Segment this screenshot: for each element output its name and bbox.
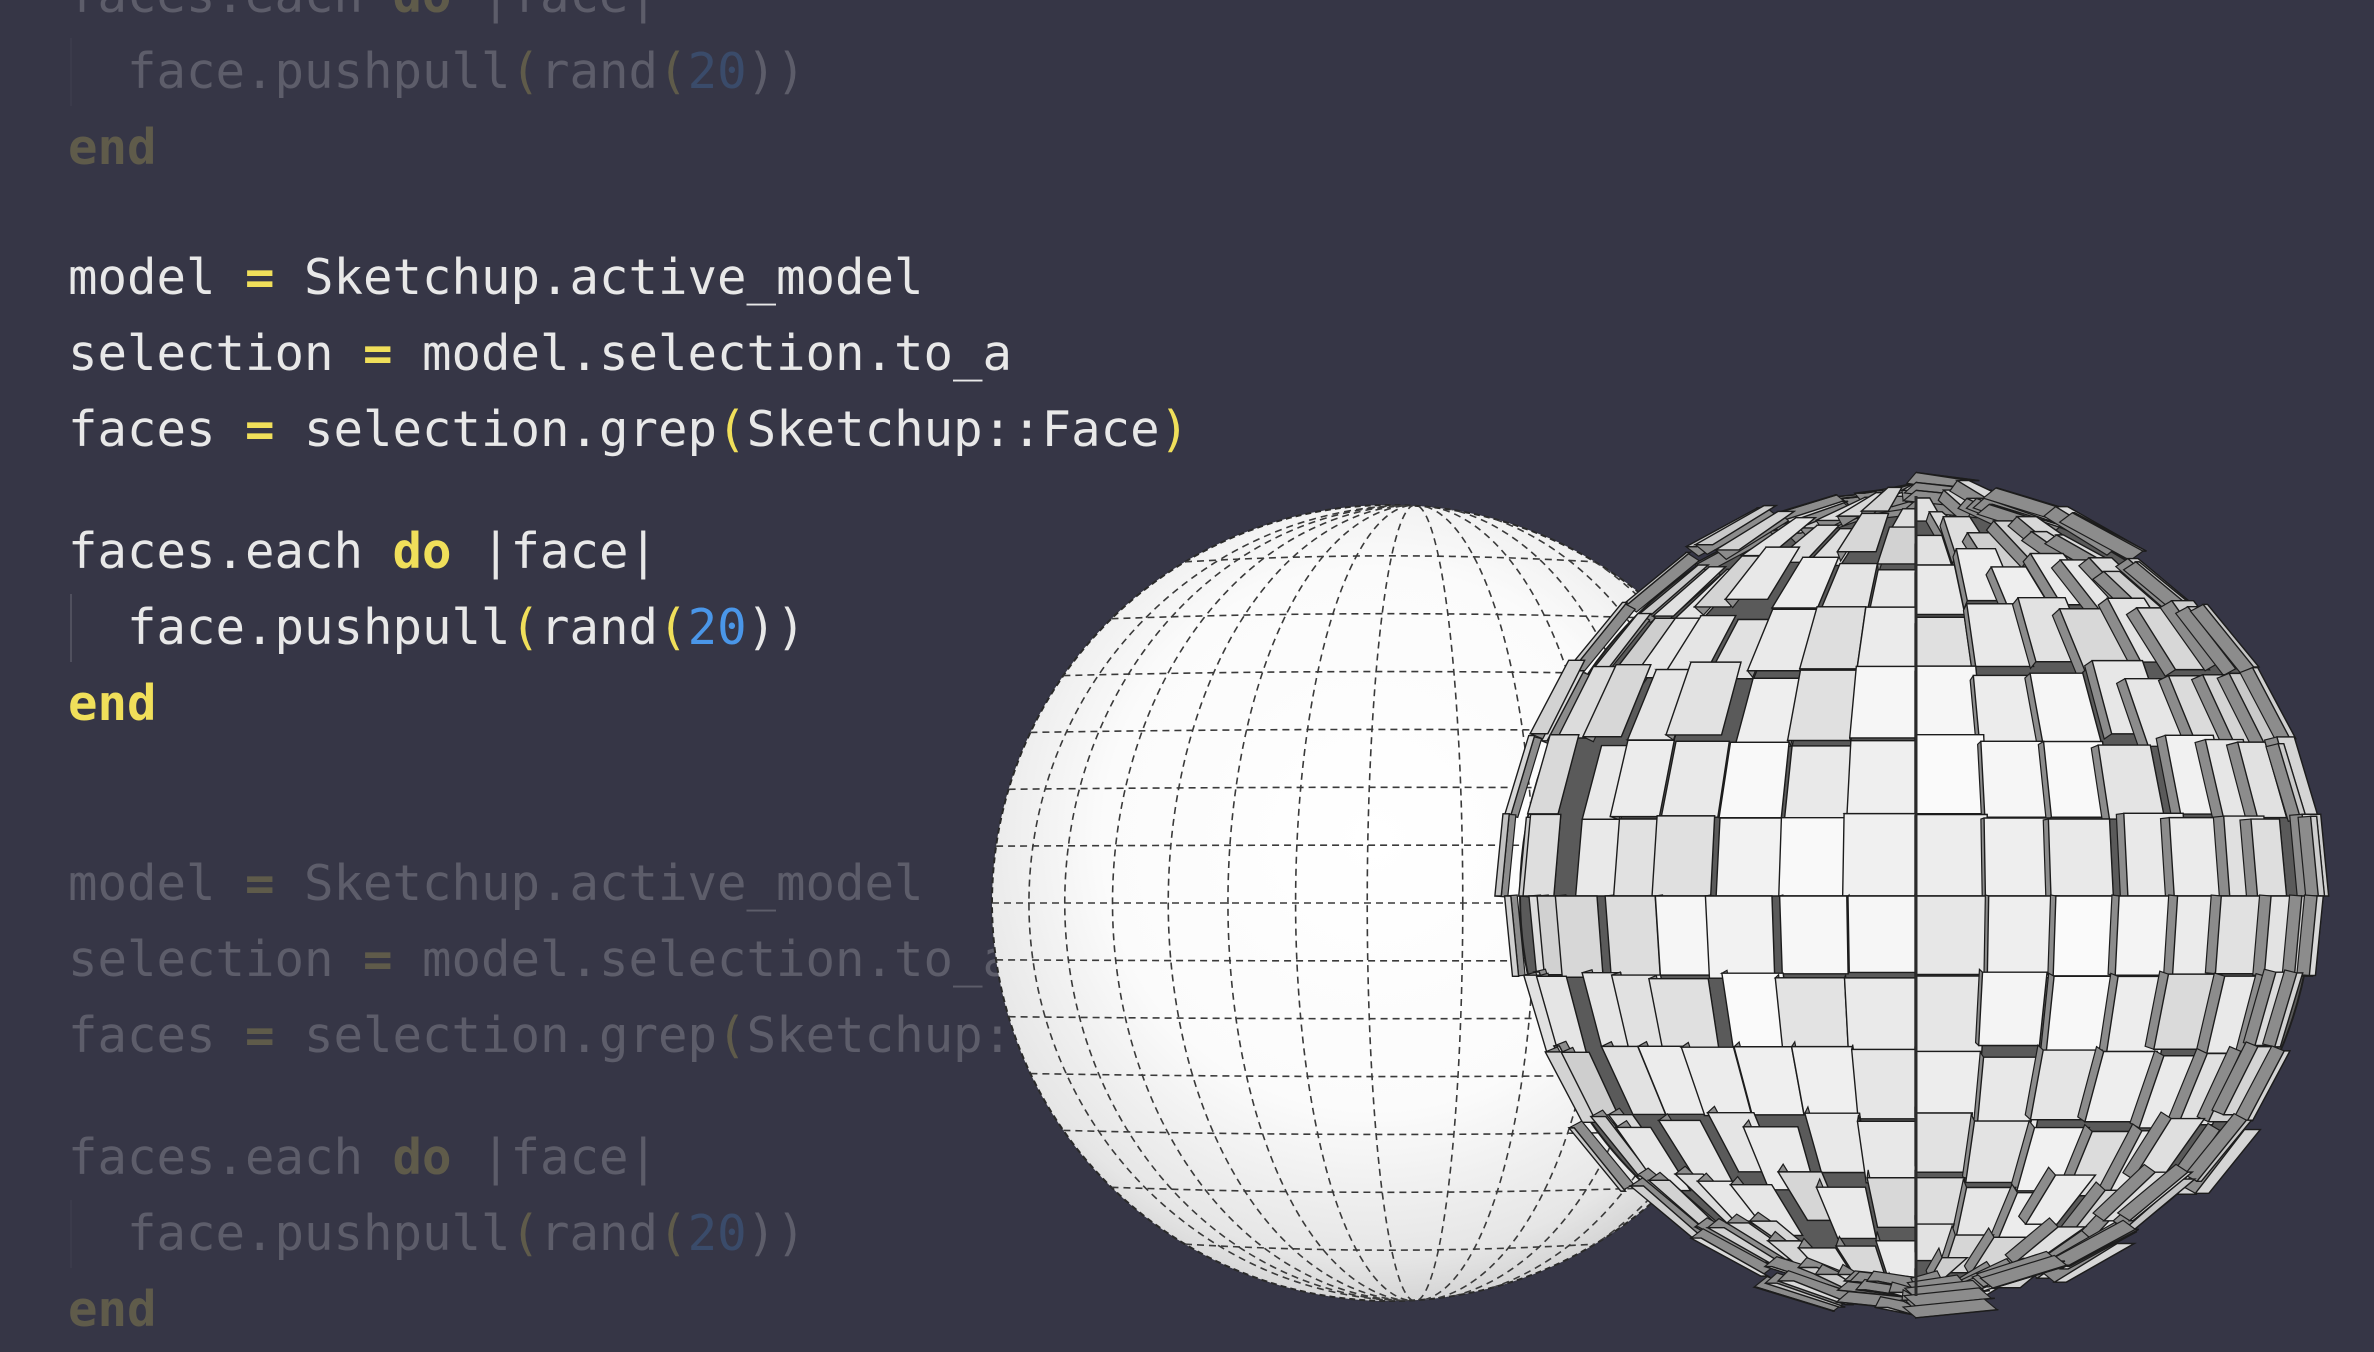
- block-face: [1790, 1045, 1860, 1116]
- block-face: [1850, 1048, 1917, 1120]
- block-face: [1915, 895, 1987, 976]
- block-face: [1783, 745, 1854, 821]
- block-face: [1848, 665, 1917, 739]
- block-face: [1604, 895, 1661, 976]
- block-face: [1847, 895, 1917, 974]
- block-face: [1841, 812, 1917, 897]
- block-face: [1856, 1120, 1917, 1184]
- block-face: [1977, 971, 2048, 1047]
- block-face: [1915, 1050, 1982, 1123]
- sphere-illustration: [991, 471, 2330, 1320]
- block-face: [1856, 606, 1917, 670]
- block-face: [1846, 739, 1917, 818]
- block-face: [1915, 813, 1990, 897]
- block-face: [1778, 817, 1849, 897]
- block-face: [1704, 895, 1776, 979]
- block-face: [1718, 741, 1790, 819]
- block-face: [1915, 733, 1989, 815]
- block-face: [2047, 818, 2115, 897]
- block-face: [1786, 669, 1859, 742]
- scene: faces.each do |face| face.pushpull(rand(…: [0, 0, 2374, 1352]
- block-face: [1843, 977, 1917, 1058]
- block-face: [1554, 895, 1604, 978]
- block-face: [1774, 977, 1850, 1058]
- block-face: [1715, 817, 1783, 897]
- block-face: [1651, 815, 1716, 897]
- block-face: [1778, 895, 1849, 975]
- block-face: [1983, 817, 2054, 897]
